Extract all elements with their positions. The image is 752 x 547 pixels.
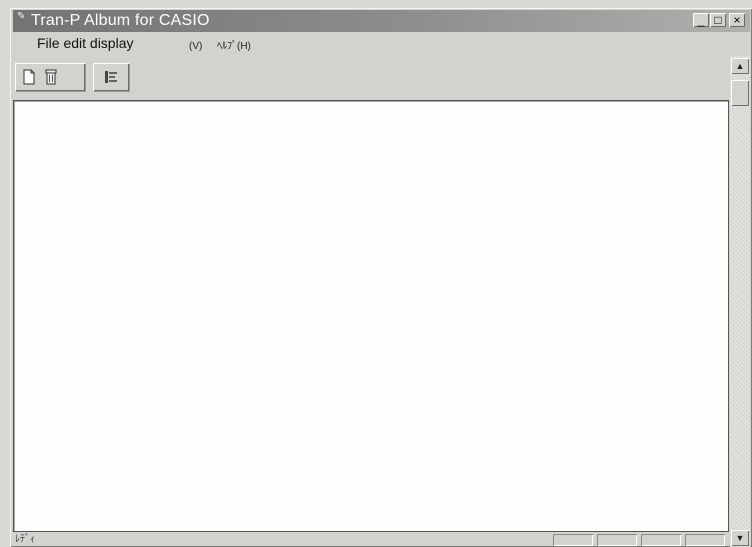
list-view-icon: [105, 71, 117, 83]
status-panel: [641, 534, 681, 546]
menu-file-edit-display[interactable]: File edit display: [37, 35, 134, 51]
application-window: ✎ Tran-P Album for CASIO _ □ × File edit…: [10, 8, 752, 547]
maximize-button[interactable]: □: [710, 13, 726, 27]
status-text: ﾚﾃﾞｨ: [15, 534, 35, 545]
status-panel: [553, 534, 593, 546]
list-view-button[interactable]: [101, 67, 121, 87]
window-title: Tran-P Album for CASIO: [31, 12, 210, 29]
delete-trash-icon: [45, 69, 57, 85]
menu-help[interactable]: ﾍﾙﾌﾟ(H): [217, 39, 251, 55]
new-page-button[interactable]: [19, 67, 39, 87]
minimize-button[interactable]: _: [693, 13, 709, 27]
toolbar: [13, 59, 713, 95]
menu-bar: File edit display (V) ﾍﾙﾌﾟ(H): [13, 33, 750, 55]
album-canvas[interactable]: [13, 100, 729, 532]
new-page-icon: [23, 69, 35, 85]
app-icon[interactable]: ✎: [17, 12, 27, 22]
delete-button[interactable]: [41, 67, 61, 87]
close-button[interactable]: ×: [729, 13, 745, 27]
scroll-thumb[interactable]: [731, 80, 749, 106]
title-bar[interactable]: ✎ Tran-P Album for CASIO _ □ ×: [13, 10, 750, 32]
scroll-down-arrow-icon[interactable]: ▼: [731, 530, 749, 546]
menu-view[interactable]: (V): [189, 39, 202, 55]
status-panel: [685, 534, 725, 546]
vertical-scrollbar[interactable]: ▲ ▼: [730, 56, 750, 547]
status-panel: [597, 534, 637, 546]
scroll-up-arrow-icon[interactable]: ▲: [731, 58, 749, 74]
toolbar-group-file: [15, 63, 85, 91]
status-bar: ﾚﾃﾞｨ: [13, 533, 727, 547]
toolbar-group-view: [93, 63, 129, 91]
